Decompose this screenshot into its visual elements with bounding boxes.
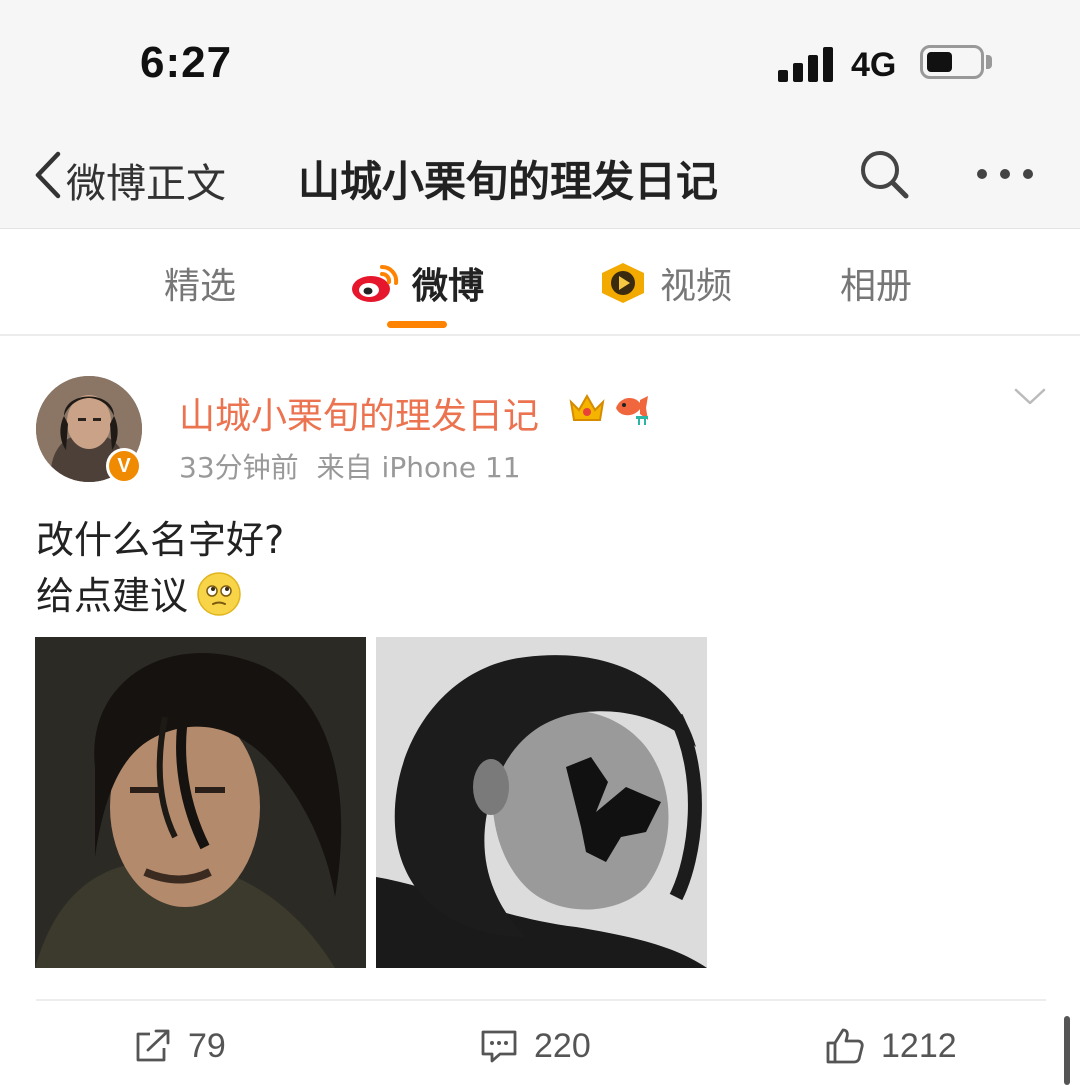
status-time: 6:27 (140, 38, 233, 87)
like-count: 1212 (881, 1026, 957, 1065)
post-time: 33分钟前 (179, 451, 299, 484)
page-title: 山城小栗旬的理发日记 (298, 157, 719, 206)
post-image-2[interactable] (376, 637, 707, 968)
video-play-icon (602, 263, 644, 303)
post-image-1[interactable] (35, 637, 366, 968)
more-options-icon[interactable] (975, 167, 1035, 181)
active-tab-indicator (387, 321, 447, 328)
comment-icon (481, 1030, 517, 1063)
tab-label: 相册 (840, 266, 913, 307)
repost-count: 79 (188, 1026, 226, 1065)
search-icon[interactable] (858, 148, 910, 200)
back-arrow-icon[interactable] (30, 150, 70, 200)
verified-badge-icon: V (106, 448, 142, 484)
network-type: 4G (851, 46, 897, 84)
tab-label: 精选 (164, 266, 237, 307)
divider (36, 999, 1046, 1001)
post-username[interactable]: 山城小栗旬的理发日记 (179, 387, 539, 439)
weibo-logo-icon (352, 264, 399, 302)
koi-badge-icon (616, 396, 648, 425)
post-line: 改什么名字好? (36, 518, 285, 562)
user-badges (568, 390, 652, 426)
back-button[interactable]: 微博正文 (66, 151, 226, 209)
tab-album[interactable]: 相册 (840, 259, 912, 307)
share-icon (136, 1029, 170, 1062)
tab-weibo[interactable]: 微博 (350, 259, 484, 307)
post-meta: 33分钟前 来自 iPhone 11 (179, 446, 521, 486)
comment-button[interactable]: 220 (480, 1023, 591, 1069)
chevron-down-icon[interactable] (1013, 386, 1047, 408)
post-line-with-emoji: 给点建议 (36, 568, 284, 624)
repost-button[interactable]: 79 (134, 1023, 226, 1069)
post-text: 改什么名字好? 给点建议 (36, 512, 284, 624)
scrollbar[interactable] (1064, 1016, 1070, 1085)
post-line-text: 给点建议 (36, 574, 189, 618)
tab-featured[interactable]: 精选 (164, 259, 236, 307)
signal-icon (778, 46, 834, 82)
like-button[interactable]: 1212 (825, 1023, 957, 1069)
battery-icon (920, 45, 984, 79)
tab-label: 视频 (660, 266, 733, 307)
tab-label: 微博 (412, 266, 485, 307)
comment-count: 220 (534, 1026, 591, 1065)
post-source: 来自 iPhone 11 (316, 451, 521, 484)
thinking-emoji-icon (197, 572, 241, 616)
profile-tabs: 精选 微博 视频 相册 (0, 228, 1080, 336)
tab-video[interactable]: 视频 (598, 259, 732, 307)
crown-badge-icon (569, 393, 605, 421)
thumbs-up-icon (826, 1028, 864, 1064)
battery-tip (986, 55, 992, 69)
